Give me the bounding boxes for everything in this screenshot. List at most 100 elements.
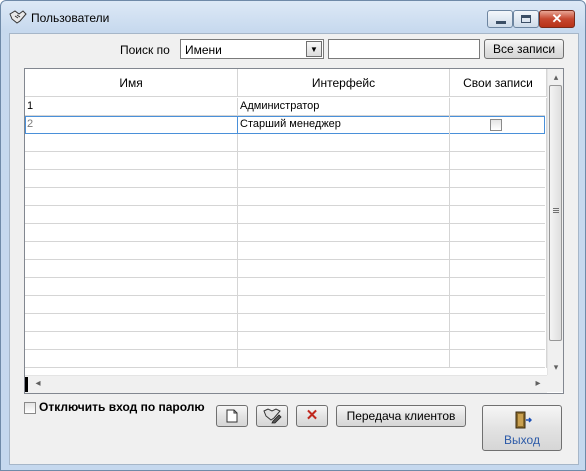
table-cell-interface[interactable] bbox=[238, 188, 450, 206]
table-row[interactable] bbox=[25, 134, 547, 152]
table-cell-own-records[interactable] bbox=[450, 296, 547, 314]
table-cell-own-records[interactable] bbox=[450, 332, 547, 350]
table-row[interactable] bbox=[25, 350, 547, 368]
table-row[interactable] bbox=[25, 152, 547, 170]
table-row[interactable] bbox=[25, 278, 547, 296]
minimize-button[interactable] bbox=[487, 10, 513, 28]
table-cell-own-records[interactable] bbox=[450, 350, 547, 368]
table-cell-name[interactable] bbox=[25, 188, 238, 206]
table-cell-own-records[interactable] bbox=[450, 152, 547, 170]
edit-user-button[interactable] bbox=[256, 405, 288, 427]
horizontal-scrollbar[interactable]: ◂ ▸ bbox=[25, 375, 547, 393]
all-records-button[interactable]: Все записи bbox=[484, 39, 564, 59]
table-cell-interface[interactable] bbox=[238, 332, 450, 350]
table-cell-own-records[interactable] bbox=[450, 242, 547, 260]
scroll-thumb[interactable] bbox=[549, 85, 562, 341]
table-cell-own-records[interactable] bbox=[450, 224, 547, 242]
vertical-scrollbar[interactable]: ▴ ▾ bbox=[547, 69, 563, 375]
table-cell-interface[interactable] bbox=[238, 206, 450, 224]
table-cell-own-records[interactable] bbox=[450, 134, 547, 152]
table-cell-name[interactable] bbox=[25, 350, 238, 368]
table-cell-name[interactable] bbox=[25, 296, 238, 314]
exit-button[interactable]: Выход bbox=[482, 405, 562, 451]
search-by-label: Поиск по bbox=[120, 43, 170, 57]
table-cell-own-records[interactable] bbox=[450, 116, 547, 134]
scroll-right-icon[interactable]: ▸ bbox=[531, 376, 545, 392]
table-row[interactable] bbox=[25, 332, 547, 350]
table-cell-interface[interactable] bbox=[238, 296, 450, 314]
table-cell-own-records[interactable] bbox=[450, 170, 547, 188]
table-cell-name[interactable]: 1 bbox=[25, 98, 238, 116]
own-records-checkbox[interactable] bbox=[490, 119, 502, 131]
client-area: Поиск по Имени ▼ Все записи Имя Интерфей… bbox=[9, 33, 579, 465]
table-cell-name[interactable] bbox=[25, 314, 238, 332]
table-cell-interface[interactable] bbox=[238, 170, 450, 188]
disable-password-checkbox[interactable] bbox=[24, 402, 36, 414]
table-cell-interface[interactable] bbox=[238, 260, 450, 278]
users-window: Пользователи ✕ Поиск по Имени ▼ Все запи… bbox=[0, 0, 586, 471]
table-cell-name[interactable] bbox=[25, 206, 238, 224]
table-cell-name[interactable]: 2 bbox=[25, 116, 238, 134]
table-cell-interface[interactable]: Администратор bbox=[238, 98, 450, 116]
table-cell-own-records[interactable] bbox=[450, 188, 547, 206]
table-row[interactable]: 1 Администратор bbox=[25, 98, 547, 116]
table-cell-interface[interactable] bbox=[238, 242, 450, 260]
close-button[interactable]: ✕ bbox=[539, 10, 575, 28]
search-input[interactable] bbox=[328, 39, 480, 59]
exit-door-icon bbox=[515, 411, 532, 429]
table-cell-name[interactable] bbox=[25, 224, 238, 242]
table-cell-interface[interactable] bbox=[238, 224, 450, 242]
column-header-own-records[interactable]: Свои записи bbox=[450, 69, 547, 97]
table-row[interactable] bbox=[25, 206, 547, 224]
table-cell-name[interactable] bbox=[25, 242, 238, 260]
table-cell-name[interactable] bbox=[25, 278, 238, 296]
table-cell-interface[interactable] bbox=[238, 350, 450, 368]
column-header-name[interactable]: Имя bbox=[25, 69, 238, 97]
new-user-button[interactable] bbox=[216, 405, 248, 427]
table-cell-name[interactable] bbox=[25, 152, 238, 170]
table-row[interactable] bbox=[25, 188, 547, 206]
table-cell-interface[interactable] bbox=[238, 314, 450, 332]
table-row[interactable] bbox=[25, 170, 547, 188]
table-row[interactable] bbox=[25, 296, 547, 314]
table-cell-interface[interactable]: Старший менеджер bbox=[238, 116, 450, 134]
table-cell-name[interactable] bbox=[25, 134, 238, 152]
table-cell-interface[interactable] bbox=[238, 152, 450, 170]
title-bar[interactable]: Пользователи ✕ bbox=[1, 1, 585, 33]
edit-user-icon bbox=[263, 408, 282, 424]
table-cell-own-records[interactable] bbox=[450, 314, 547, 332]
table-cell-own-records[interactable] bbox=[450, 260, 547, 278]
search-field-value: Имени bbox=[185, 43, 222, 57]
table-cell-interface[interactable] bbox=[238, 278, 450, 296]
table-cell-own-records[interactable] bbox=[450, 206, 547, 224]
chevron-down-icon[interactable]: ▼ bbox=[306, 41, 322, 57]
table-row[interactable] bbox=[25, 314, 547, 332]
table-row[interactable] bbox=[25, 242, 547, 260]
scroll-down-icon[interactable]: ▾ bbox=[548, 359, 563, 375]
maximize-icon bbox=[521, 15, 531, 23]
scroll-position-marker bbox=[25, 377, 28, 392]
new-document-icon bbox=[226, 409, 238, 423]
minimize-icon bbox=[496, 21, 506, 24]
scroll-left-icon[interactable]: ◂ bbox=[31, 376, 45, 392]
table-cell-name[interactable] bbox=[25, 332, 238, 350]
search-field-select[interactable]: Имени ▼ bbox=[180, 39, 324, 59]
maximize-button[interactable] bbox=[513, 10, 539, 28]
disable-password-label: Отключить вход по паролю bbox=[39, 400, 205, 414]
users-table: Имя Интерфейс Свои записи 1 Администратор… bbox=[24, 68, 564, 394]
table-row[interactable]: 2 Старший менеджер bbox=[25, 116, 547, 134]
scroll-corner bbox=[547, 375, 563, 392]
table-row[interactable] bbox=[25, 260, 547, 278]
delete-user-button[interactable]: ✕ bbox=[296, 405, 328, 427]
table-cell-name[interactable] bbox=[25, 260, 238, 278]
table-cell-own-records[interactable] bbox=[450, 98, 547, 116]
transfer-clients-button[interactable]: Передача клиентов bbox=[336, 405, 466, 427]
table-cell-interface[interactable] bbox=[238, 134, 450, 152]
app-handshake-icon bbox=[9, 10, 27, 24]
close-icon: ✕ bbox=[551, 11, 563, 26]
table-cell-name[interactable] bbox=[25, 170, 238, 188]
table-cell-own-records[interactable] bbox=[450, 278, 547, 296]
column-header-interface[interactable]: Интерфейс bbox=[238, 69, 450, 97]
table-row[interactable] bbox=[25, 224, 547, 242]
scroll-up-icon[interactable]: ▴ bbox=[548, 69, 563, 85]
